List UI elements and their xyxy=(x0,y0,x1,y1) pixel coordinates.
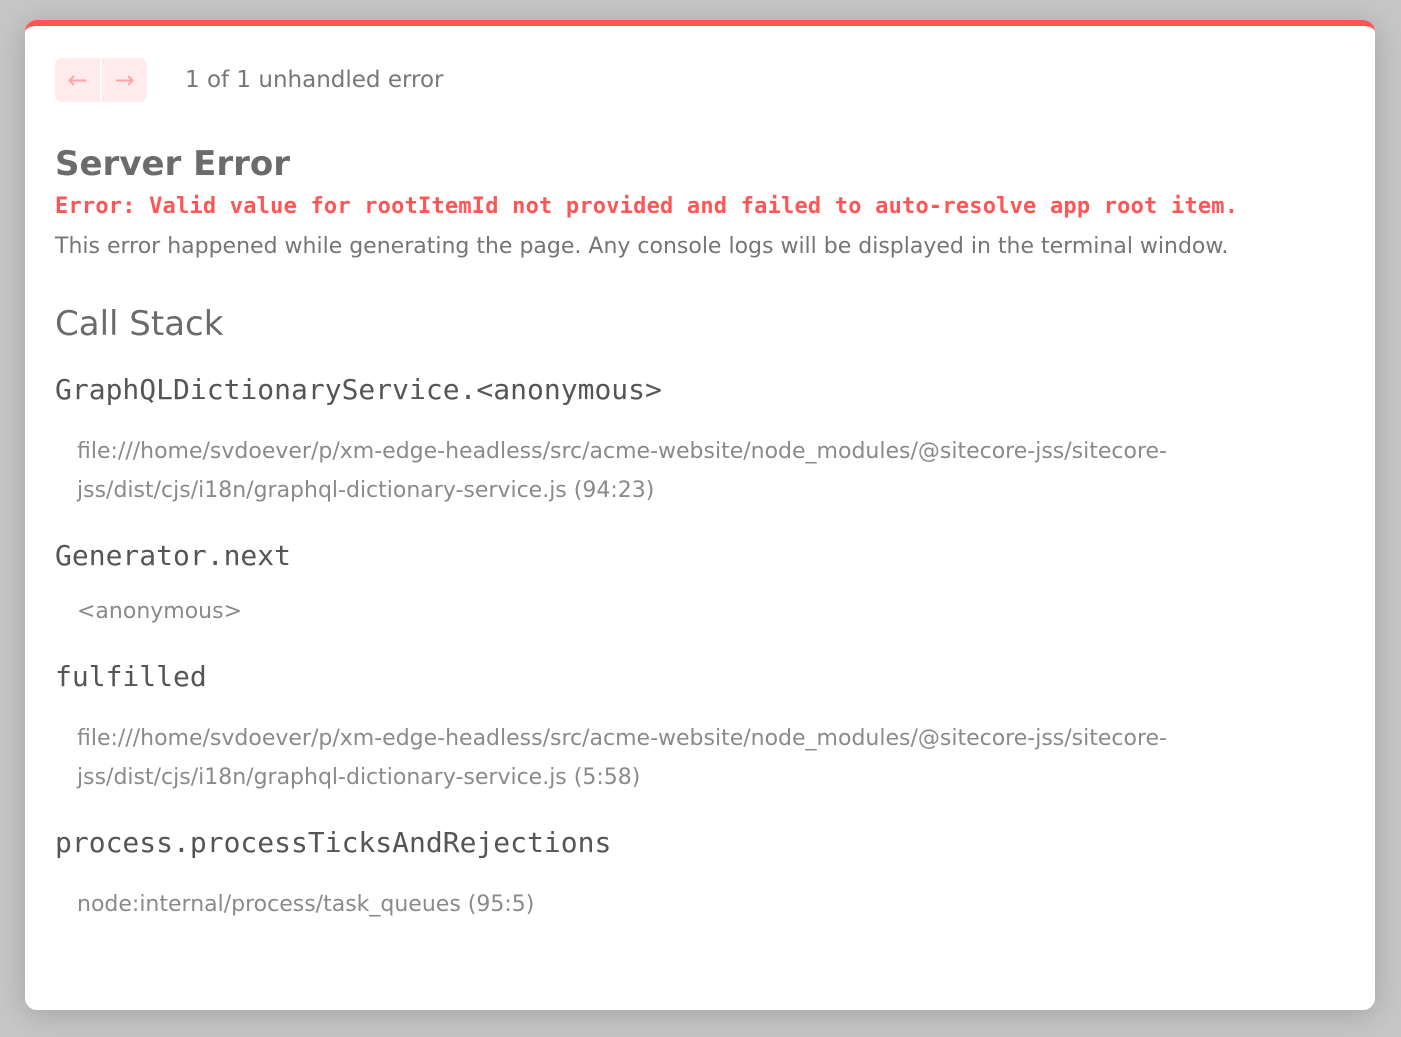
stack-frame: process.processTicksAndRejections node:i… xyxy=(55,825,1345,924)
frame-function: fulfilled xyxy=(55,660,207,693)
frame-function: Generator.next xyxy=(55,539,292,572)
arrow-right-icon: → xyxy=(114,66,135,94)
frame-location: <anonymous> xyxy=(77,599,243,624)
error-overlay-dialog: ← → 1 of 1 unhandled error Server Error … xyxy=(25,20,1375,1010)
frame-function: process.processTicksAndRejections xyxy=(55,826,612,859)
previous-error-button[interactable]: ← xyxy=(55,58,100,102)
call-stack-title: Call Stack xyxy=(55,304,224,344)
error-count: 1 of 1 unhandled error xyxy=(185,67,444,93)
error-description: This error happened while generating the… xyxy=(55,234,1229,259)
stack-frame: GraphQLDictionaryService.<anonymous> fil… xyxy=(55,372,1345,510)
stack-frame: Generator.next <anonymous> xyxy=(55,538,1345,631)
error-message: Error: Valid value for rootItemId not pr… xyxy=(55,194,1239,219)
nav-buttons: ← → xyxy=(55,58,147,102)
frame-function: GraphQLDictionaryService.<anonymous> xyxy=(55,373,662,406)
page-title: Server Error xyxy=(55,144,291,184)
frame-location[interactable]: file:///home/svdoever/p/xm-edge-headless… xyxy=(77,719,1257,797)
next-error-button[interactable]: → xyxy=(100,58,147,102)
stack-frame: fulfilled file:///home/svdoever/p/xm-edg… xyxy=(55,659,1345,797)
error-pagination: ← → 1 of 1 unhandled error xyxy=(55,58,1345,102)
frame-location[interactable]: node:internal/process/task_queues (95:5) xyxy=(77,885,1257,924)
frame-location[interactable]: file:///home/svdoever/p/xm-edge-headless… xyxy=(77,432,1257,510)
arrow-left-icon: ← xyxy=(67,66,88,94)
